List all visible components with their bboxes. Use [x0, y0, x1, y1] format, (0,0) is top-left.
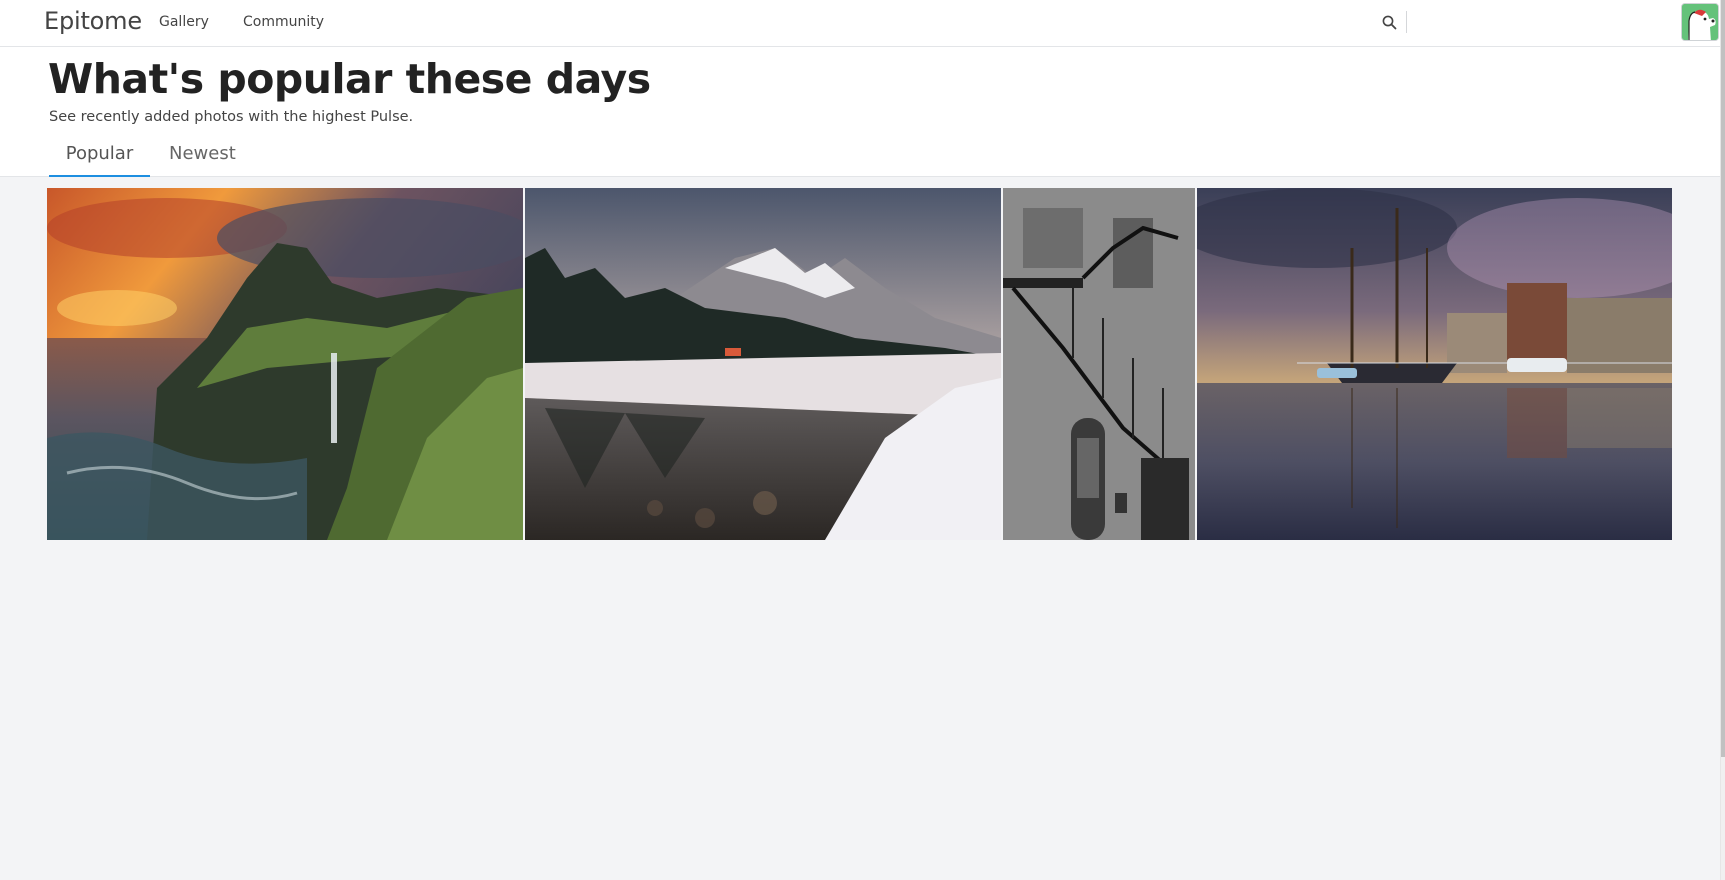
top-navigation-bar: Epitome Gallery Community	[0, 0, 1720, 47]
gallery-photo-harbor[interactable]	[1197, 188, 1672, 540]
brand-logo[interactable]: Epitome	[44, 7, 142, 35]
photo-image	[525, 188, 1001, 540]
tab-newest[interactable]: Newest	[169, 143, 236, 177]
photo-image	[47, 188, 523, 540]
gallery-photo-cliff-waterfall[interactable]	[47, 188, 523, 540]
page-header: What's popular these days See recently a…	[0, 47, 1720, 177]
tab-popular[interactable]: Popular	[49, 143, 150, 177]
page-title: What's popular these days	[48, 55, 651, 103]
page-subtitle: See recently added photos with the highe…	[49, 109, 414, 125]
search-button[interactable]	[1380, 13, 1400, 33]
scrollbar-thumb[interactable]	[1721, 0, 1725, 757]
photo-image	[1197, 188, 1672, 540]
user-avatar[interactable]	[1681, 3, 1719, 41]
avatar-image	[1682, 4, 1718, 40]
gallery-photo-snowy-mountain[interactable]	[525, 188, 1001, 540]
search-divider	[1406, 11, 1407, 33]
search-icon	[1382, 15, 1397, 30]
nav-item-community[interactable]: Community	[243, 14, 324, 30]
photo-gallery	[47, 188, 1672, 540]
nav-item-gallery[interactable]: Gallery	[159, 14, 209, 30]
gallery-photo-staircase[interactable]	[1003, 188, 1195, 540]
photo-image	[1003, 188, 1195, 540]
